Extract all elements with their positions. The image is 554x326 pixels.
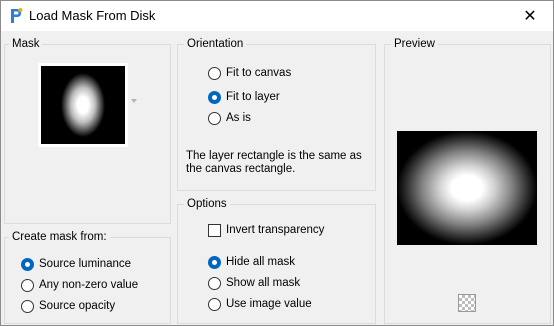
preview-image bbox=[397, 131, 537, 245]
radio-button[interactable] bbox=[21, 257, 34, 271]
orientation-group-label: Orientation bbox=[184, 37, 247, 51]
radio-label: Fit to canvas bbox=[226, 67, 292, 79]
radio-source-opacity[interactable]: Source opacity bbox=[21, 298, 115, 314]
orientation-info-text: The layer rectangle is the same as the c… bbox=[186, 150, 376, 176]
radio-button[interactable] bbox=[21, 299, 34, 313]
radio-use-image-value[interactable]: Use image value bbox=[208, 296, 312, 312]
radio-label: Use image value bbox=[226, 298, 312, 310]
radio-button[interactable] bbox=[21, 278, 34, 292]
radio-button[interactable] bbox=[208, 66, 221, 80]
chevron-down-icon[interactable] bbox=[131, 99, 137, 103]
radio-show-all-mask[interactable]: Show all mask bbox=[208, 275, 300, 291]
radio-source-luminance[interactable]: Source luminance bbox=[21, 256, 131, 272]
invert-transparency-checkbox[interactable]: Invert transparency bbox=[208, 222, 324, 238]
radio-label: Source opacity bbox=[39, 300, 116, 312]
radio-button[interactable] bbox=[208, 255, 221, 269]
radio-fit-to-layer[interactable]: Fit to layer bbox=[208, 89, 280, 105]
radio-button[interactable] bbox=[208, 90, 221, 104]
checkbox[interactable] bbox=[208, 223, 221, 237]
radio-label: Any non-zero value bbox=[39, 279, 139, 291]
close-button[interactable]: ✕ bbox=[507, 1, 553, 31]
psp-brush-icon bbox=[11, 8, 23, 23]
info-line-1: The layer rectangle is the same as bbox=[186, 150, 362, 162]
radio-label: As is bbox=[226, 112, 251, 124]
radio-button[interactable] bbox=[208, 111, 221, 125]
radio-hide-all-mask[interactable]: Hide all mask bbox=[208, 254, 295, 270]
info-line-2: the canvas rectangle. bbox=[186, 163, 296, 175]
create-mask-group-label: Create mask from: bbox=[9, 230, 110, 244]
radio-label: Show all mask bbox=[226, 277, 301, 289]
dialog-window: Load Mask From Disk ✕ Mask Create mask f… bbox=[0, 0, 554, 326]
radio-label: Fit to layer bbox=[226, 91, 280, 103]
radio-button[interactable] bbox=[208, 276, 221, 290]
radio-label: Source luminance bbox=[39, 258, 132, 270]
radio-any-non-zero[interactable]: Any non-zero value bbox=[21, 277, 138, 293]
window-title: Load Mask From Disk bbox=[29, 8, 156, 23]
title-bar: Load Mask From Disk ✕ bbox=[1, 1, 553, 31]
checkbox-label: Invert transparency bbox=[226, 224, 325, 236]
options-group-label: Options bbox=[184, 197, 230, 211]
radio-button[interactable] bbox=[208, 297, 221, 311]
mask-thumbnail-selector[interactable] bbox=[38, 63, 128, 147]
radio-label: Hide all mask bbox=[226, 256, 296, 268]
close-icon: ✕ bbox=[523, 8, 537, 25]
radio-as-is[interactable]: As is bbox=[208, 110, 251, 126]
mask-thumbnail bbox=[41, 66, 125, 144]
radio-fit-to-canvas[interactable]: Fit to canvas bbox=[208, 65, 291, 81]
preview-group-label: Preview bbox=[391, 37, 438, 51]
mask-group-label: Mask bbox=[9, 37, 43, 51]
checkerboard-icon[interactable] bbox=[458, 294, 476, 312]
